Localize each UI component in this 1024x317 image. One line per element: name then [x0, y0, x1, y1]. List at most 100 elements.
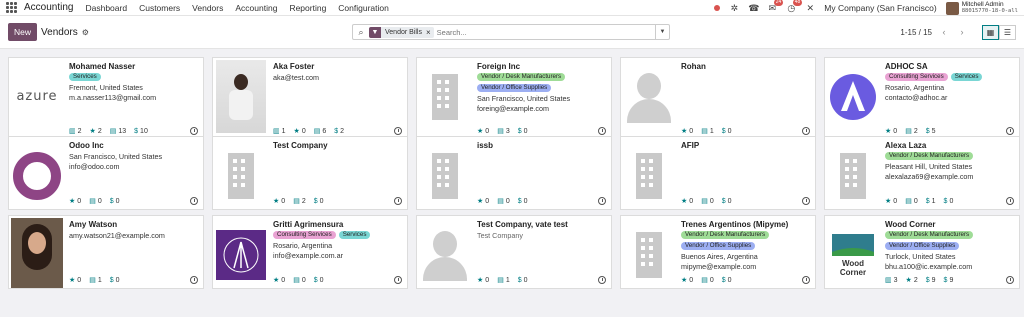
- card-stat[interactable]: ▥ 2: [69, 127, 82, 136]
- card-stat[interactable]: $0: [518, 277, 528, 284]
- card-stat[interactable]: ★ 2: [90, 127, 102, 136]
- vendor-card[interactable]: AFIP ★ 0 ▤ 0 $0: [620, 136, 816, 210]
- clock-icon[interactable]: [598, 127, 606, 135]
- card-stat[interactable]: ★ 0: [681, 276, 693, 285]
- card-stat[interactable]: ★ 2: [906, 276, 918, 285]
- card-stat[interactable]: $9: [944, 277, 954, 284]
- card-stat[interactable]: $0: [518, 198, 528, 205]
- vendor-card[interactable]: Amy Watson amy.watson21@example.com ★ 0 ▤ 1…: [8, 215, 204, 289]
- card-stat[interactable]: ▤ 1: [89, 276, 102, 285]
- vendor-card[interactable]: Test Company ★ 0 ▤ 2 $0: [212, 136, 408, 210]
- phone-icon[interactable]: ☎: [748, 3, 759, 13]
- list-view-button[interactable]: ☰: [999, 25, 1016, 40]
- card-stat[interactable]: $1: [926, 198, 936, 205]
- card-stat[interactable]: $0: [722, 198, 732, 205]
- clock-icon[interactable]: [190, 197, 198, 205]
- search-options-toggle[interactable]: ▼: [655, 25, 669, 39]
- card-stat[interactable]: ▤ 0: [293, 276, 306, 285]
- app-title[interactable]: Accounting: [24, 2, 73, 13]
- vendor-card[interactable]: Wood Corner Wood Corner Vendor / Desk Man…: [824, 215, 1020, 289]
- gear-icon[interactable]: ⚙: [82, 28, 89, 37]
- clock-icon[interactable]: [394, 197, 402, 205]
- card-stat[interactable]: ★ 0: [69, 197, 81, 206]
- card-stat[interactable]: ▥ 1: [273, 127, 286, 136]
- vendor-card[interactable]: Test Company, vate test Test Company ★ 0 ▤…: [416, 215, 612, 289]
- card-stat[interactable]: ★ 0: [885, 197, 897, 206]
- vendor-card[interactable]: Foreign Inc Vendor / Desk Manufacturers V…: [416, 57, 612, 140]
- card-stat[interactable]: $0: [944, 198, 954, 205]
- company-switcher[interactable]: My Company (San Francisco): [824, 3, 936, 13]
- vendor-card[interactable]: Trenes Argentinos (Mipyme) Vendor / Desk…: [620, 215, 816, 289]
- clock-icon[interactable]: [598, 197, 606, 205]
- vendor-card[interactable]: Rohan ★ 0 ▤ 1 $0: [620, 57, 816, 140]
- card-stat[interactable]: ★ 0: [477, 127, 489, 136]
- card-stat[interactable]: ★ 0: [477, 276, 489, 285]
- clock-icon[interactable]: [802, 127, 810, 135]
- card-stat[interactable]: $0: [110, 198, 120, 205]
- card-stat[interactable]: $2: [334, 128, 344, 135]
- card-stat[interactable]: ▤ 0: [905, 197, 918, 206]
- menu-customers[interactable]: Customers: [139, 3, 180, 13]
- clock-icon[interactable]: [394, 276, 402, 284]
- card-stat[interactable]: $0: [722, 128, 732, 135]
- card-stat[interactable]: ▤ 0: [701, 197, 714, 206]
- card-stat[interactable]: $9: [926, 277, 936, 284]
- card-stat[interactable]: ★ 0: [477, 197, 489, 206]
- record-icon[interactable]: [714, 5, 721, 11]
- vendor-card[interactable]: azure Mohamed Nasser Services Fremont, U…: [8, 57, 204, 140]
- clock-icon[interactable]: [802, 197, 810, 205]
- pager-value[interactable]: 1-15 / 15: [900, 28, 932, 37]
- clock-icon[interactable]: [190, 127, 198, 135]
- card-stat[interactable]: ★ 0: [273, 197, 285, 206]
- clock-icon[interactable]: [598, 276, 606, 284]
- card-stat[interactable]: $0: [110, 277, 120, 284]
- card-stat[interactable]: $0: [722, 277, 732, 284]
- card-stat[interactable]: ▤ 0: [89, 197, 102, 206]
- card-stat[interactable]: ▤ 6: [314, 127, 327, 136]
- card-stat[interactable]: ▤ 1: [701, 127, 714, 136]
- menu-accounting[interactable]: Accounting: [235, 3, 277, 13]
- vendor-card[interactable]: issb ★ 0 ▤ 0 $0: [416, 136, 612, 210]
- bug-icon[interactable]: ✲: [729, 3, 739, 13]
- search-input[interactable]: [436, 27, 655, 37]
- vendor-card[interactable]: Alexa Laza Vendor / Desk Manufacturers P…: [824, 136, 1020, 210]
- clock-icon[interactable]: [1006, 197, 1014, 205]
- app-grid-icon[interactable]: [6, 2, 17, 13]
- card-stat[interactable]: $5: [926, 128, 936, 135]
- card-stat[interactable]: ▤ 0: [497, 197, 510, 206]
- card-stat[interactable]: ▤ 2: [293, 197, 306, 206]
- menu-dashboard[interactable]: Dashboard: [85, 3, 127, 13]
- clock-icon[interactable]: [1006, 127, 1014, 135]
- vendor-card[interactable]: Aka Foster aka@test.com ▥ 1 ★ 0 ▤ 6 $2: [212, 57, 408, 140]
- search-icon[interactable]: ⌕: [353, 27, 369, 38]
- facet-remove-icon[interactable]: ×: [426, 28, 434, 37]
- vendor-card[interactable]: Gritti Agrimensura Consulting Services Se…: [212, 215, 408, 289]
- tools-icon[interactable]: ✕: [805, 3, 815, 13]
- card-stat[interactable]: ▥ 3: [885, 276, 898, 285]
- card-stat[interactable]: ★ 0: [69, 276, 81, 285]
- clock-icon[interactable]: [802, 276, 810, 284]
- vendor-card[interactable]: ADHOC SA Consulting Services Services Ros…: [824, 57, 1020, 140]
- menu-reporting[interactable]: Reporting: [289, 3, 326, 13]
- card-stat[interactable]: ▤ 3: [497, 127, 510, 136]
- vendor-card[interactable]: Odoo Inc San Francisco, United States inf…: [8, 136, 204, 210]
- card-stat[interactable]: ▤ 0: [701, 276, 714, 285]
- clock-icon[interactable]: [1006, 276, 1014, 284]
- card-stat[interactable]: $0: [518, 128, 528, 135]
- card-stat[interactable]: ▤ 1: [497, 276, 510, 285]
- chat-icon[interactable]: ✉ 24: [767, 0, 784, 13]
- activity-icon[interactable]: ◷ 48: [786, 0, 803, 13]
- card-stat[interactable]: ▤ 13: [110, 127, 126, 136]
- card-stat[interactable]: $0: [314, 277, 324, 284]
- pager-next-icon[interactable]: ›: [956, 26, 968, 38]
- card-stat[interactable]: ★ 0: [681, 127, 693, 136]
- card-stat[interactable]: ★ 0: [273, 276, 285, 285]
- pager-previous-icon[interactable]: ‹: [938, 26, 950, 38]
- card-stat[interactable]: $10: [134, 128, 148, 135]
- menu-vendors[interactable]: Vendors: [192, 3, 223, 13]
- menu-configuration[interactable]: Configuration: [338, 3, 389, 13]
- card-stat[interactable]: ★ 0: [294, 127, 306, 136]
- card-stat[interactable]: $0: [314, 198, 324, 205]
- card-stat[interactable]: ★ 0: [681, 197, 693, 206]
- clock-icon[interactable]: [394, 127, 402, 135]
